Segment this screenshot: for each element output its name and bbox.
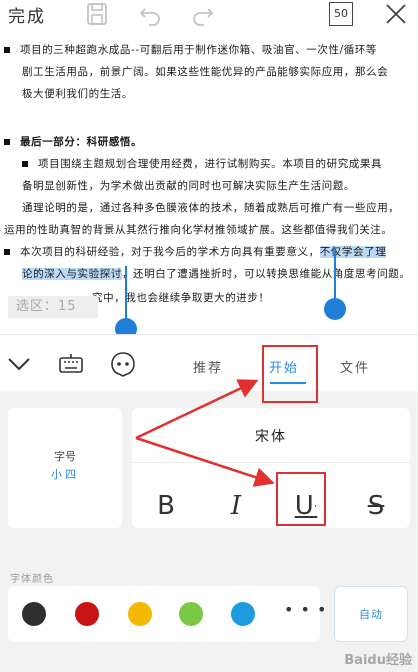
selected-text[interactable]: 不仅学会了理 bbox=[319, 246, 387, 258]
done-button[interactable]: 完成 bbox=[8, 2, 46, 27]
bullet-marker bbox=[4, 249, 10, 255]
active-tab-indicator bbox=[270, 382, 306, 384]
panel-tab-bar: 推荐 开始 文件 bbox=[0, 334, 418, 391]
underline-label: U bbox=[294, 491, 314, 521]
color-swatch-green[interactable] bbox=[179, 602, 203, 626]
font-color-label: 字体颜色 bbox=[10, 574, 54, 585]
save-icon[interactable] bbox=[84, 1, 110, 27]
color-swatch-dark[interactable] bbox=[22, 602, 46, 626]
italic-button[interactable]: I bbox=[216, 486, 256, 526]
document-line: 通理论明的是，通过各种多色膜液体的技术，随着成熟后可推广有一些应用， bbox=[22, 202, 400, 214]
selection-handle-start-knob[interactable] bbox=[115, 318, 137, 334]
document-line: 极大便利我们的生活。 bbox=[22, 88, 133, 100]
redo-icon[interactable] bbox=[190, 1, 216, 27]
font-style-card: 宋体 B I U· S bbox=[132, 408, 410, 528]
selection-handle-start[interactable] bbox=[125, 266, 127, 322]
bullet-marker bbox=[4, 47, 10, 53]
dropdown-arrow-icon: · bbox=[313, 499, 318, 513]
tab-start[interactable]: 开始 bbox=[269, 357, 299, 376]
collapse-chevron-icon[interactable] bbox=[6, 351, 32, 377]
font-size-value: 小四 bbox=[51, 468, 79, 481]
selection-handle-end[interactable] bbox=[334, 248, 336, 304]
bullet-marker bbox=[4, 139, 10, 145]
divider bbox=[132, 462, 410, 463]
document-heading: 最后一部分：科研感悟。 bbox=[4, 134, 142, 149]
underline-button[interactable]: U· bbox=[286, 486, 326, 526]
tab-file[interactable]: 文件 bbox=[340, 357, 370, 376]
doc-text: ，还明白了遭遇挫折时，可以转换思维能从角度思考问题。 bbox=[121, 268, 411, 280]
font-name-selector[interactable]: 宋体 bbox=[132, 426, 410, 446]
selection-count-label: 选区：15 bbox=[8, 296, 98, 318]
selection-handle-end-knob[interactable] bbox=[324, 298, 346, 320]
document-line: 剧工生活用品，前景广阔。如果这些性能优异的产品能够实际应用，那么会 bbox=[22, 66, 389, 78]
color-swatch-blue[interactable] bbox=[231, 602, 255, 626]
document-line: 备明显创新性，为学术做出贡献的同时也可解决实际生产生活问题。 bbox=[22, 180, 355, 192]
undo-icon[interactable] bbox=[137, 1, 163, 27]
watermark: Baidu经验 bbox=[344, 653, 412, 668]
tab-recommend[interactable]: 推荐 bbox=[193, 357, 223, 376]
font-size-card[interactable]: 字号 小四 bbox=[8, 408, 122, 528]
color-palette-card bbox=[8, 586, 320, 642]
bold-button[interactable]: B bbox=[146, 486, 186, 526]
doc-text: 本次项目的科研经验，对于我今后的学术方向具有重要意义， bbox=[20, 246, 320, 258]
formatting-panel: 推荐 开始 文件 字号 小四 宋体 B I U· S 字体颜色 • • • 自动… bbox=[0, 334, 418, 672]
keyboard-icon[interactable] bbox=[58, 351, 84, 377]
more-colors-button[interactable]: • • • bbox=[284, 600, 327, 619]
font-size-title: 字号 bbox=[54, 450, 76, 463]
document-line: 项目的三种超跑水成品--可翻后用于制作迷你箱、吸油官、一次性/循环等 bbox=[4, 42, 377, 57]
doc-text: 项目围绕主题规划合理使用经费，进行试制购买。本项目的研究成果具 bbox=[38, 158, 383, 170]
assistant-icon[interactable] bbox=[110, 351, 136, 377]
page-count-icon[interactable]: 50 bbox=[329, 2, 353, 26]
document-line: 究中，我也会继续争取更大的进步！ bbox=[92, 292, 270, 304]
document-canvas[interactable]: 项目的三种超跑水成品--可翻后用于制作迷你箱、吸油官、一次性/循环等 剧工生活用… bbox=[0, 34, 418, 334]
document-line: 项目围绕主题规划合理使用经费，进行试制购买。本项目的研究成果具 bbox=[22, 156, 382, 171]
document-line: 论的深入与实验探讨，还明白了遭遇挫折时，可以转换思维能从角度思考问题。 bbox=[22, 266, 411, 281]
color-swatch-yellow[interactable] bbox=[128, 602, 152, 626]
doc-text: 最后一部分：科研感悟。 bbox=[20, 136, 143, 148]
bullet-marker bbox=[22, 161, 28, 167]
top-toolbar: 完成 50 bbox=[0, 0, 418, 34]
auto-color-button[interactable]: 自动 bbox=[334, 586, 408, 642]
strikethrough-button[interactable]: S bbox=[356, 486, 396, 526]
close-icon[interactable] bbox=[383, 1, 409, 27]
document-line: 本次项目的科研经验，对于我今后的学术方向具有重要意义，不仅学会了理 bbox=[4, 244, 387, 259]
doc-text: 项目的三种超跑水成品--可翻后用于制作迷你箱、吸油官、一次性/循环等 bbox=[20, 44, 378, 56]
color-swatch-red[interactable] bbox=[75, 602, 99, 626]
document-line: 运用的性助真智的背景从其然行推向化学材推领域扩展。这些都值得我们关注。 bbox=[4, 224, 393, 236]
selected-text[interactable]: 论的深入与实验探讨 bbox=[22, 268, 122, 280]
